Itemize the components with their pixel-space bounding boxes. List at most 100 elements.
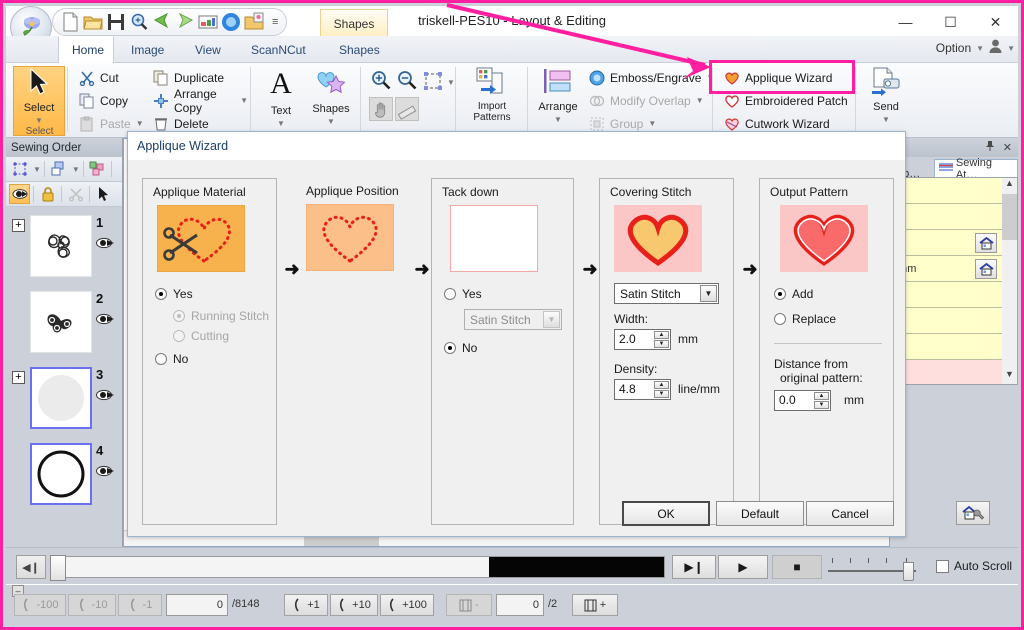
radio-button[interactable] — [774, 288, 786, 300]
text-tool-button[interactable]: A Text ▼ — [255, 66, 307, 136]
slider-knob[interactable] — [903, 562, 914, 581]
send-button[interactable]: Send ▼ — [860, 66, 912, 136]
radio-material-no[interactable]: No — [155, 352, 188, 366]
spinner-up-icon[interactable]: ▲ — [654, 381, 669, 389]
option-menu[interactable]: Option ▼ ▼ — [936, 39, 1015, 57]
home-default-button[interactable] — [975, 259, 997, 279]
radio-button[interactable] — [774, 313, 786, 325]
chevron-down-icon[interactable]: ▼ — [700, 285, 717, 302]
density-spinner[interactable]: 4.8 ▲ ▼ — [614, 379, 671, 400]
fit-to-window-icon[interactable] — [421, 69, 445, 93]
chevron-down-icon[interactable]: ▼ — [136, 119, 144, 128]
close-button[interactable]: ✕ — [973, 6, 1018, 38]
color-minus-button[interactable]: - — [446, 594, 492, 616]
tab-home[interactable]: Home — [58, 36, 114, 63]
sewing-attributes-grid[interactable]: /mm — [890, 177, 1018, 385]
chevron-down-icon[interactable]: ▼ — [72, 165, 80, 174]
play-button[interactable]: ▶ — [718, 555, 768, 579]
modify-overlap-item[interactable]: Modify Overlap ▼ — [586, 90, 707, 111]
spinner-up-icon[interactable]: ▲ — [654, 331, 669, 339]
default-button[interactable]: Default — [716, 501, 804, 526]
tab-sewing-attributes[interactable]: Sewing At… — [933, 157, 1018, 181]
tab-image[interactable]: Image — [118, 36, 177, 63]
sewing-order-list[interactable]: + 1 2 + 3 4 — [6, 207, 122, 523]
chevron-down-icon[interactable]: ▼ — [327, 117, 335, 126]
emboss-engrave-item[interactable]: Emboss/Engrave ▼ — [586, 67, 717, 88]
visibility-icon[interactable] — [95, 464, 115, 478]
pointer-icon[interactable] — [93, 184, 114, 204]
visibility-icon[interactable] — [95, 236, 115, 250]
maximize-button[interactable]: ☐ — [928, 6, 973, 38]
table-row[interactable] — [891, 282, 1017, 308]
cut-menu-item[interactable]: Cut — [76, 67, 122, 88]
lock-icon[interactable] — [37, 184, 58, 204]
zoom-out-icon[interactable] — [395, 69, 419, 93]
right-panel-vertical-scrollbar[interactable]: ▲ ▼ — [1002, 178, 1017, 384]
radio-button[interactable] — [155, 353, 167, 365]
import-patterns-button[interactable]: Import Patterns — [464, 66, 520, 136]
chevron-down-icon[interactable]: ▼ — [35, 116, 43, 125]
first-stitch-button[interactable]: ◀❙ — [16, 555, 46, 579]
shapes-tool-button[interactable]: Shapes ▼ — [305, 66, 357, 136]
step-forward-button[interactable]: ▶❙ — [672, 555, 716, 579]
copy-menu-item[interactable]: Copy — [76, 90, 131, 111]
embroidered-patch-item[interactable]: Embroidered Patch — [721, 90, 851, 111]
table-row[interactable] — [891, 204, 1017, 230]
width-spinner[interactable]: 2.0 ▲ ▼ — [614, 329, 671, 350]
cancel-button[interactable]: Cancel — [806, 501, 894, 526]
duplicate-menu-item[interactable]: Duplicate — [150, 67, 227, 88]
tab-scanncut[interactable]: ScanNCut — [238, 36, 319, 63]
stitch-progress-slider[interactable] — [50, 555, 665, 581]
spinner-up-icon[interactable]: ▲ — [814, 392, 829, 400]
list-item[interactable]: + 1 — [6, 211, 122, 285]
sewing-attribute-settings-button[interactable] — [956, 501, 990, 525]
tab-shapes[interactable]: Shapes — [326, 36, 393, 63]
chevron-down-icon[interactable]: ▼ — [277, 119, 285, 128]
radio-output-replace[interactable]: Replace — [774, 312, 836, 326]
color-plus-button[interactable]: + — [572, 594, 618, 616]
measure-icon[interactable] — [395, 97, 419, 121]
preview-speed-slider[interactable] — [828, 558, 916, 581]
scroll-thumb[interactable] — [1002, 194, 1017, 240]
tab-view[interactable]: View — [182, 36, 234, 63]
radio-tackdown-yes[interactable]: Yes — [444, 287, 482, 301]
show-hide-icon[interactable] — [9, 184, 30, 204]
spinner-down-icon[interactable]: ▼ — [654, 340, 669, 348]
color-number-field[interactable]: 0 — [496, 594, 544, 616]
stitch-plus-1-button[interactable]: +1 — [284, 594, 328, 616]
expand-icon[interactable]: + — [12, 219, 25, 232]
stitch-minus-1-button[interactable]: -1 — [118, 594, 162, 616]
spinner-down-icon[interactable]: ▼ — [814, 401, 829, 409]
pattern-thumbnail[interactable] — [30, 443, 92, 505]
table-row[interactable] — [891, 178, 1017, 204]
checkbox-box[interactable] — [936, 559, 949, 573]
radio-button[interactable] — [444, 342, 456, 354]
list-item[interactable]: + 3 — [6, 363, 122, 437]
zoom-in-icon[interactable] — [369, 69, 393, 93]
select-all-icon[interactable] — [9, 159, 30, 179]
stop-button[interactable]: ■ — [772, 555, 822, 579]
chevron-down-icon[interactable]: ▼ — [648, 119, 656, 128]
list-item[interactable]: 4 — [6, 439, 122, 513]
radio-material-yes[interactable]: Yes — [155, 287, 193, 301]
stitch-plus-10-button[interactable]: +10 — [330, 594, 378, 616]
chevron-down-icon[interactable]: ▼ — [696, 96, 704, 105]
applique-wizard-item[interactable]: Applique Wizard — [721, 67, 835, 88]
pin-icon[interactable] — [985, 140, 995, 155]
spinner-down-icon[interactable]: ▼ — [654, 390, 669, 398]
scroll-up-icon[interactable]: ▲ — [1002, 178, 1017, 193]
visibility-icon[interactable] — [95, 388, 115, 402]
stitch-minus-100-button[interactable]: -100 — [14, 594, 66, 616]
stitch-progress-knob[interactable] — [50, 555, 66, 581]
arrange-copy-menu-item[interactable]: Arrange Copy ▼ — [150, 87, 251, 115]
minimize-button[interactable]: — — [883, 6, 928, 38]
table-row[interactable] — [891, 360, 1017, 384]
chevron-down-icon[interactable]: ▼ — [976, 44, 984, 53]
stitch-minus-10-button[interactable]: -10 — [68, 594, 116, 616]
chevron-down-icon[interactable]: ▼ — [240, 96, 248, 105]
stitch-number-field[interactable]: 0 — [166, 594, 228, 616]
chevron-down-icon[interactable]: ▼ — [554, 115, 562, 124]
list-item[interactable]: 2 — [6, 287, 122, 361]
table-row[interactable]: /mm — [891, 256, 1017, 282]
chevron-down-icon[interactable]: ▼ — [33, 165, 41, 174]
